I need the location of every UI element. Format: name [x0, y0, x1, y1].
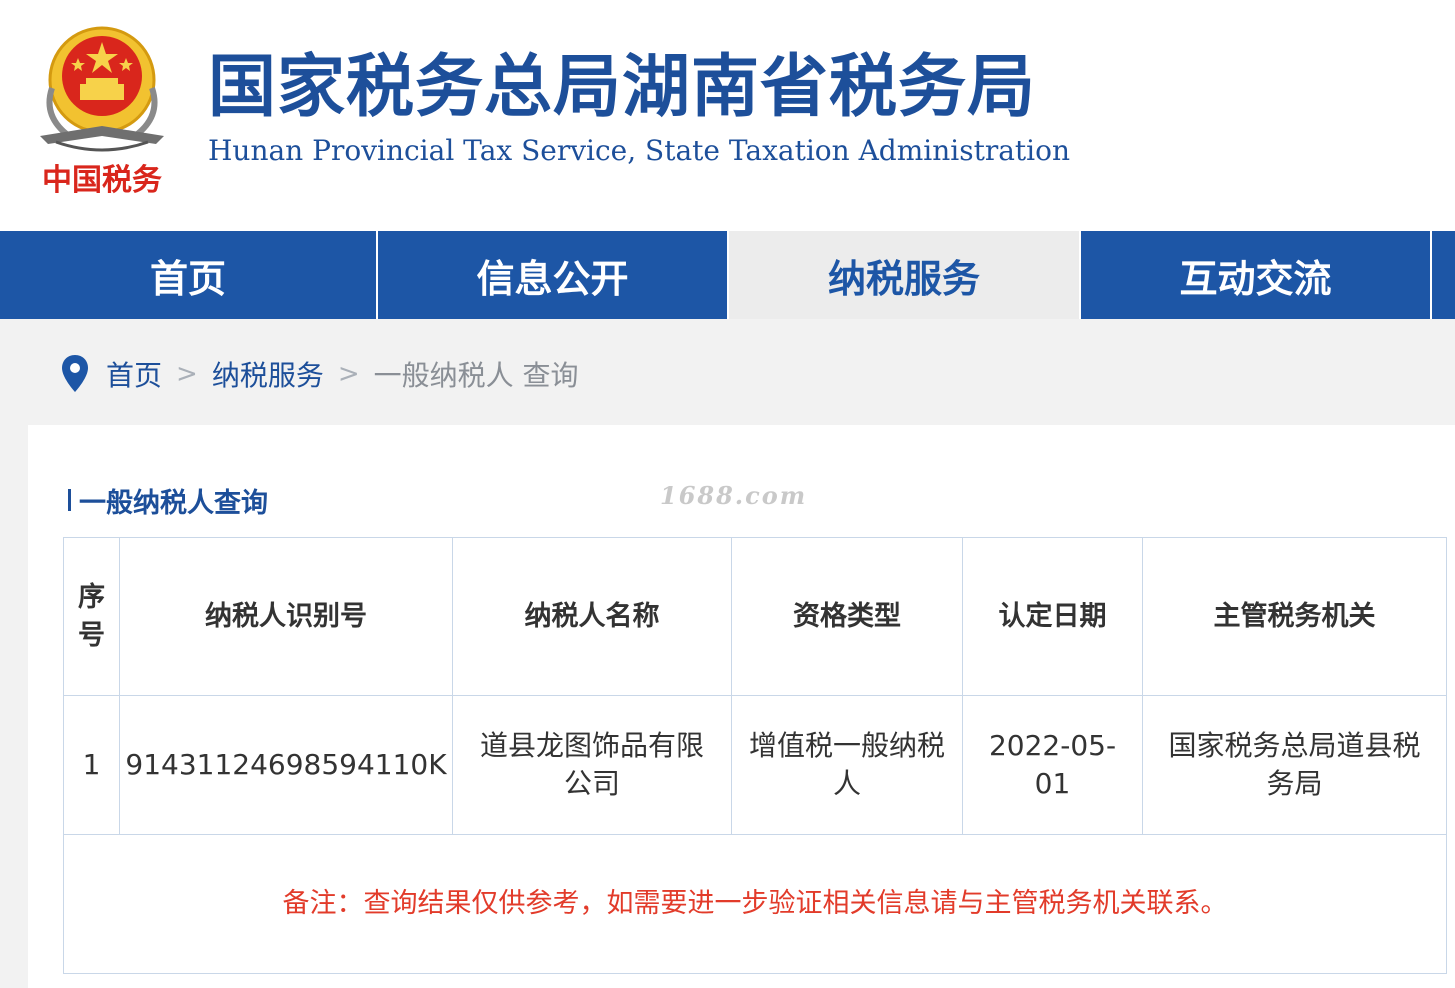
- main-nav: 首页 信息公开 纳税服务 互动交流: [0, 231, 1455, 319]
- site-header: 中国税务 国家税务总局湖南省税务局 Hunan Provincial Tax S…: [0, 0, 1455, 231]
- chevron-right-icon: >: [176, 359, 198, 389]
- site-title-english: Hunan Provincial Tax Service, State Taxa…: [208, 134, 1070, 167]
- svg-text:中国税务: 中国税务: [42, 163, 162, 198]
- table-header-row: 序号 纳税人识别号 纳税人名称 资格类型 认定日期 主管税务机关: [63, 537, 1447, 696]
- breadcrumb-tax-service-link[interactable]: 纳税服务: [212, 354, 324, 394]
- section-title-text: 一般纳税人查询: [79, 487, 268, 519]
- breadcrumb-current: 一般纳税人 查询: [373, 359, 579, 392]
- disclaimer-note: 备注：查询结果仅供参考，如需要进一步验证相关信息请与主管税务机关联系。: [63, 834, 1447, 974]
- cell-qualification-type: 增值税一般纳税人: [731, 695, 963, 835]
- table-row: 1 91431124698594110K 道县龙图饰品有限公司 增值税一般纳税人…: [63, 695, 1447, 835]
- column-header-date: 认定日期: [962, 537, 1143, 696]
- column-header-taxpayer-name: 纳税人名称: [452, 537, 732, 696]
- column-header-taxpayer-id: 纳税人识别号: [119, 537, 453, 696]
- watermark: 1688.com: [660, 481, 808, 510]
- table-note-row: 备注：查询结果仅供参考，如需要进一步验证相关信息请与主管税务机关联系。: [63, 834, 1447, 974]
- nav-item-home[interactable]: 首页: [0, 231, 378, 319]
- nav-tail: [1432, 231, 1455, 319]
- breadcrumb-home-link[interactable]: 首页: [106, 354, 162, 394]
- cell-tax-authority: 国家税务总局道县税务局: [1142, 695, 1447, 835]
- cell-taxpayer-id: 91431124698594110K: [119, 695, 453, 835]
- national-emblem-logo: 中国税务: [40, 26, 164, 198]
- nav-item-info-disclosure[interactable]: 信息公开: [378, 231, 729, 319]
- chevron-right-icon: >: [337, 359, 360, 389]
- breadcrumb: 首页 > 纳税服务 > 一般纳税人 查询: [60, 350, 579, 398]
- column-header-tax-authority: 主管税务机关: [1142, 537, 1447, 696]
- cell-seq: 1: [63, 695, 120, 835]
- column-header-seq: 序号: [63, 537, 120, 696]
- site-title: 国家税务总局湖南省税务局: [208, 48, 1037, 127]
- cell-taxpayer-name: 道县龙图饰品有限公司: [452, 695, 732, 835]
- location-pin-icon: [62, 355, 88, 392]
- cell-date: 2022-05-01: [962, 695, 1143, 835]
- column-header-qualification-type: 资格类型: [731, 537, 963, 696]
- nav-item-tax-service[interactable]: 纳税服务: [729, 231, 1081, 319]
- nav-item-interaction[interactable]: 互动交流: [1081, 231, 1432, 319]
- result-table: 序号 纳税人识别号 纳税人名称 资格类型 认定日期 主管税务机关 1 91431…: [63, 537, 1447, 974]
- section-title: 一般纳税人查询: [68, 480, 268, 520]
- section-title-bar: [68, 489, 71, 511]
- query-result-panel: 一般纳税人查询 1688.com 序号 纳税人识别号 纳税人名称 资格类型 认定…: [28, 425, 1455, 988]
